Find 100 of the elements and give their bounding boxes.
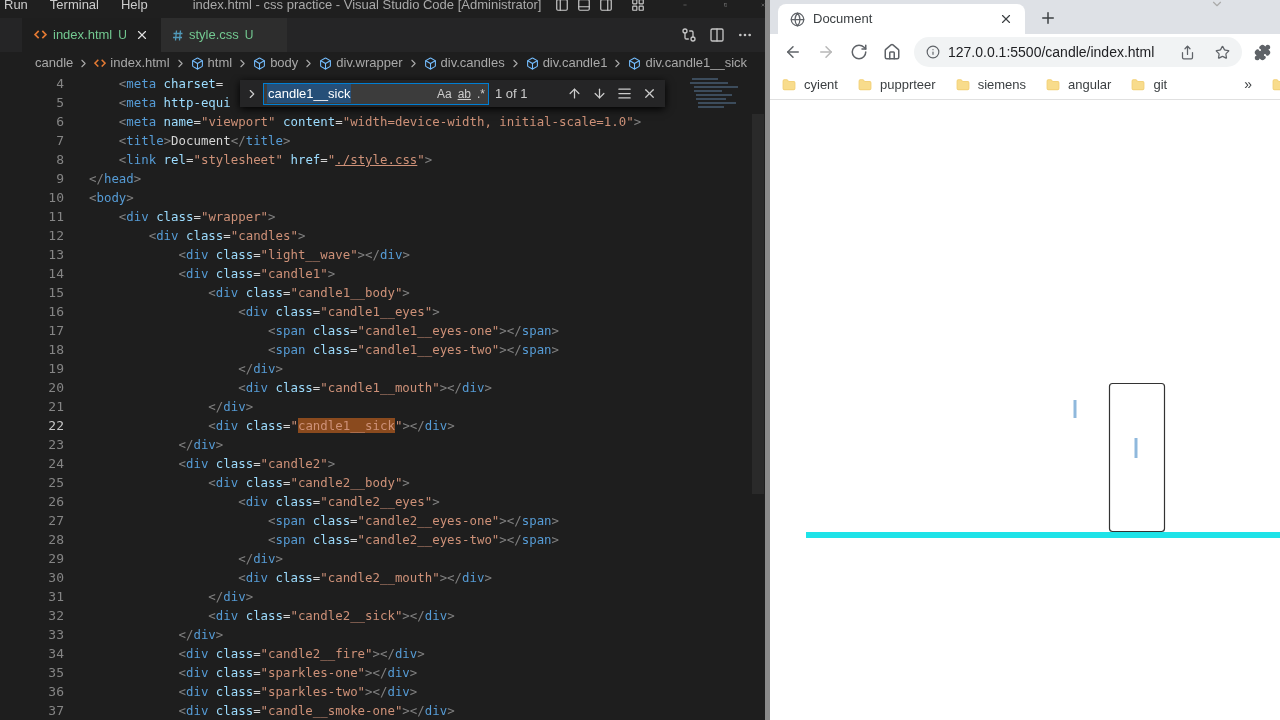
cube-icon bbox=[190, 56, 204, 70]
folder-icon bbox=[955, 77, 970, 92]
address-bar[interactable]: 127.0.0.1:5500/candle/index.html bbox=[914, 37, 1242, 67]
html-file-icon bbox=[34, 30, 47, 40]
code-line: </div> bbox=[177, 626, 224, 644]
cube-icon bbox=[423, 56, 437, 70]
previous-match-icon[interactable] bbox=[567, 86, 582, 101]
layout-icon[interactable] bbox=[631, 0, 646, 12]
line-number: 6 bbox=[55, 113, 64, 131]
bookmarks-overflow[interactable]: » bbox=[1244, 74, 1252, 95]
line-number: 7 bbox=[55, 132, 64, 150]
bookmark-star-icon[interactable] bbox=[1215, 44, 1230, 60]
globe-icon bbox=[790, 11, 805, 27]
code-line: <span class="candle2__eyes-one"></span> bbox=[267, 512, 560, 530]
find-option[interactable]: ab bbox=[454, 84, 474, 103]
code-line: <div class="wrapper"> bbox=[117, 208, 276, 226]
line-number: 11 bbox=[47, 208, 64, 226]
html-file-icon bbox=[94, 58, 107, 68]
folder-icon bbox=[857, 77, 872, 92]
line-number: 17 bbox=[47, 322, 64, 340]
line-number: 33 bbox=[47, 626, 64, 644]
layout-icon[interactable] bbox=[599, 0, 614, 12]
cube-icon bbox=[253, 56, 267, 70]
breadcrumb-item[interactable]: candle bbox=[35, 53, 74, 73]
menu-item[interactable]: Run bbox=[4, 0, 28, 15]
code-line: <div class="sparkles-two"></div> bbox=[177, 683, 418, 701]
line-number: 26 bbox=[47, 493, 64, 511]
code-line: <span class="candle1__eyes-one"></span> bbox=[267, 322, 560, 340]
extensions-icon[interactable] bbox=[1254, 43, 1271, 61]
light-mark bbox=[1073, 400, 1077, 418]
bookmark-item[interactable]: pupprteer bbox=[857, 74, 936, 95]
find-input[interactable]: candle1__sick Aa ab .* bbox=[263, 82, 489, 105]
bookmark-item[interactable]: cyient bbox=[782, 74, 838, 95]
find-option[interactable]: Aa bbox=[433, 84, 455, 103]
find-option[interactable]: .* bbox=[474, 84, 488, 103]
code-line: <div class="candle2__mouth"></div> bbox=[237, 569, 492, 587]
match-count: 1 of 1 bbox=[495, 84, 528, 103]
line-number: 28 bbox=[47, 531, 64, 549]
folder-icon bbox=[782, 77, 796, 92]
line-number: 14 bbox=[47, 265, 64, 283]
bookmark-item[interactable]: siemens bbox=[955, 74, 1027, 95]
line-number: 32 bbox=[47, 607, 64, 625]
line-number: 18 bbox=[47, 341, 64, 359]
bookmark-item[interactable]: git bbox=[1131, 74, 1168, 95]
selection-icon[interactable] bbox=[617, 86, 632, 101]
code-line: </div> bbox=[237, 360, 283, 378]
line-number: 4 bbox=[55, 75, 64, 93]
line-number: 20 bbox=[47, 379, 64, 397]
line-number: 9 bbox=[55, 170, 64, 188]
line-number: 27 bbox=[47, 512, 64, 530]
code-line: <div class="candle__smoke-one"></div> bbox=[177, 702, 455, 720]
browser-tab[interactable]: Document bbox=[778, 4, 1025, 34]
code-line: <meta http-equi bbox=[117, 94, 231, 112]
line-number: 12 bbox=[47, 227, 64, 245]
line-number: 5 bbox=[55, 94, 64, 112]
code-line: <span class="candle1__eyes-two"></span> bbox=[267, 341, 560, 359]
code-line: </div> bbox=[237, 550, 283, 568]
breadcrumb-item[interactable]: div.candle1__sick bbox=[645, 53, 748, 73]
line-number: 24 bbox=[47, 455, 64, 473]
code-line: <div class="candle2__fire"></div> bbox=[177, 645, 425, 663]
code-line: <div class="candle1__mouth"></div> bbox=[237, 379, 492, 397]
editor-tab[interactable]: style.css U bbox=[160, 18, 288, 52]
code-line: <div class="candle1__eyes"> bbox=[237, 303, 440, 321]
line-number: 13 bbox=[47, 246, 64, 264]
cube-icon bbox=[525, 56, 539, 70]
layout-icon[interactable] bbox=[555, 0, 570, 12]
breadcrumb-item[interactable]: html bbox=[207, 53, 233, 73]
bookmark-item[interactable]: angular bbox=[1046, 74, 1112, 95]
code-line: </div> bbox=[207, 398, 254, 416]
close-icon[interactable] bbox=[642, 86, 657, 101]
status-letter: U bbox=[244, 27, 254, 44]
code-line: </div> bbox=[177, 436, 224, 454]
breadcrumb-item[interactable]: div.candle1 bbox=[542, 53, 608, 73]
line-number: 34 bbox=[47, 645, 64, 663]
menu-item[interactable]: Terminal bbox=[49, 0, 99, 15]
code-line: <div class="candle1__sick"></div> bbox=[207, 417, 455, 435]
line-number: 16 bbox=[47, 303, 64, 321]
line-number: 30 bbox=[47, 569, 64, 587]
line-number: 31 bbox=[47, 588, 64, 606]
scrollbar-thumb[interactable] bbox=[752, 114, 764, 494]
layout-icon[interactable] bbox=[577, 0, 592, 12]
split-editor-icon[interactable] bbox=[709, 27, 725, 43]
breadcrumb-item[interactable]: div.wrapper bbox=[336, 53, 403, 73]
editor-tab[interactable]: index.html U bbox=[22, 18, 161, 52]
eye-mark bbox=[1134, 438, 1138, 458]
code-line: </head> bbox=[89, 170, 142, 188]
breadcrumb-item[interactable]: body bbox=[270, 53, 299, 73]
info-icon bbox=[926, 45, 940, 59]
line-number: 10 bbox=[47, 189, 64, 207]
menu-item[interactable]: Help bbox=[121, 0, 148, 15]
compare-icon[interactable] bbox=[681, 27, 697, 43]
close-icon[interactable] bbox=[999, 12, 1013, 26]
breadcrumb-item[interactable]: div.candles bbox=[440, 53, 505, 73]
new-tab-icon[interactable] bbox=[1039, 9, 1057, 27]
next-match-icon[interactable] bbox=[592, 86, 607, 101]
share-icon[interactable] bbox=[1180, 44, 1195, 60]
breadcrumb-item[interactable]: index.html bbox=[110, 53, 170, 73]
code-line: <div class="candle2__eyes"> bbox=[237, 493, 440, 511]
line-number: 21 bbox=[47, 398, 64, 416]
folder-icon bbox=[1131, 77, 1146, 92]
